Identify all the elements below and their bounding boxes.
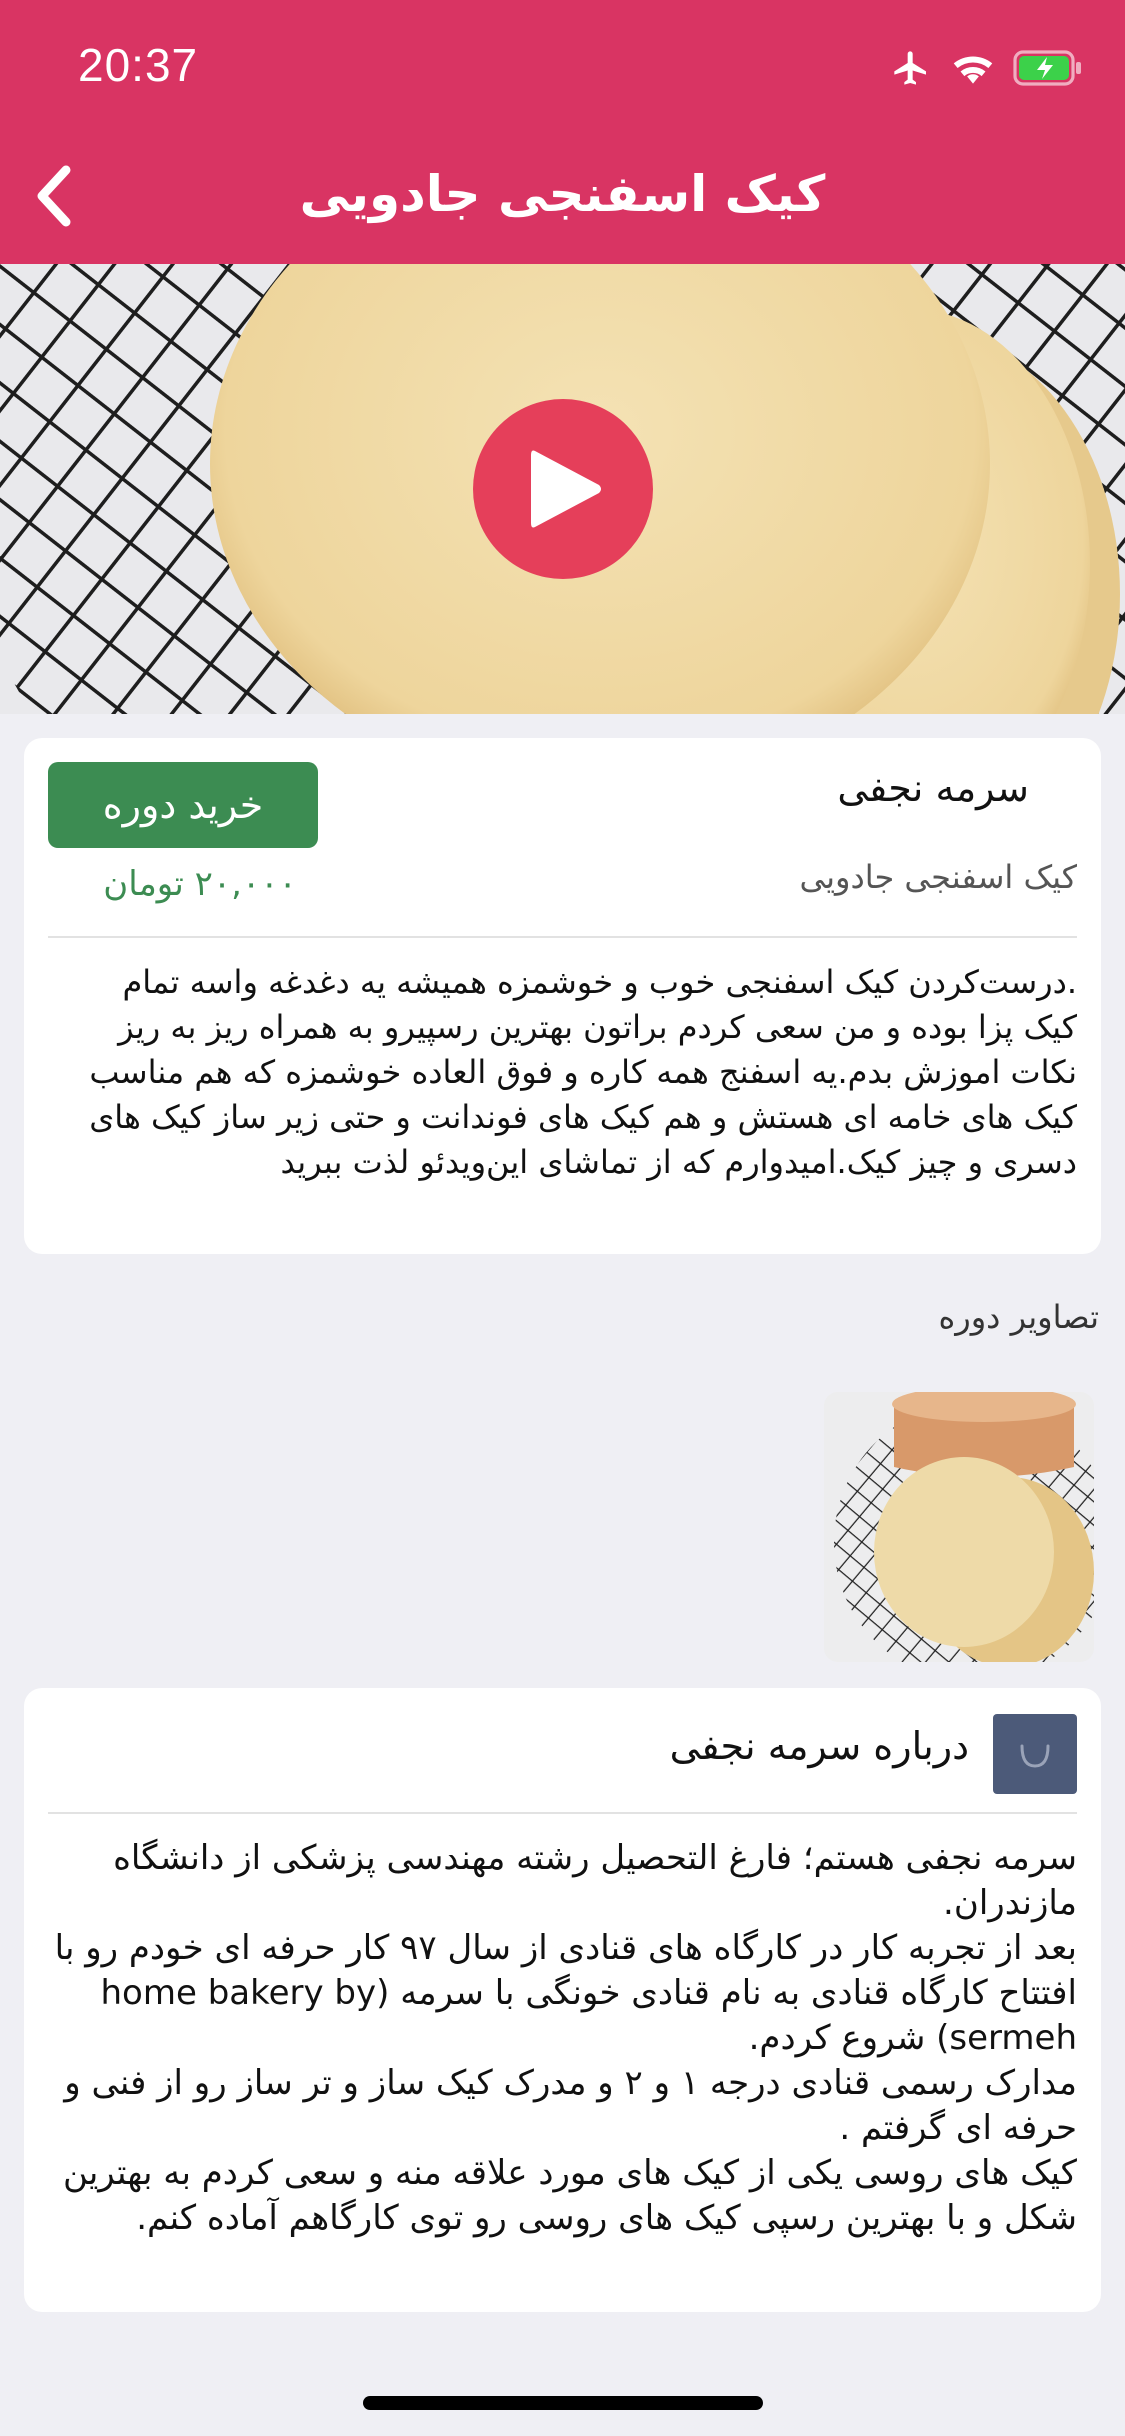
about-title: درباره سرمه نجفی [669,1724,969,1768]
video-player[interactable] [0,264,1125,714]
course-price: ۲۰,۰۰۰ تومان [103,864,297,904]
divider [48,936,1077,938]
course-subtitle: کیک اسفنجی جادویی [799,858,1077,896]
nav-header: 20:37 کیک اسفنجی جادویی [0,0,1125,264]
status-icons [889,44,1083,92]
play-icon [531,450,601,528]
teacher-name: سرمه نجفی [837,766,1029,810]
page-title: کیک اسفنجی جادویی [299,165,826,223]
play-button[interactable] [473,399,653,579]
home-indicator[interactable] [363,2396,763,2410]
airplane-icon [894,51,926,85]
course-info-card: سرمه نجفی کیک اسفنجی جادویی خرید دوره ۲۰… [24,738,1101,1254]
gallery-image[interactable] [824,1392,1094,1662]
battery-charging-icon [1013,50,1081,86]
status-time: 20:37 [78,39,199,91]
about-body: سرمه نجفی هستم؛ فارغ التحصیل رشته مهندسی… [54,1838,1077,2238]
wifi-icon [953,56,993,84]
cake-photo [824,1392,1094,1662]
about-teacher-card: درباره سرمه نجفی سرمه نجفی هستم؛ فارغ ال… [24,1688,1101,2312]
course-description: .درست‌کردن کیک اسفنجی خوب و خوشمزه همیشه… [89,963,1077,1181]
gallery-title: تصاویر دوره [938,1298,1099,1336]
divider [48,1812,1077,1814]
shopping-bag-icon [993,1714,1077,1794]
buy-course-button[interactable]: خرید دوره [48,762,318,848]
